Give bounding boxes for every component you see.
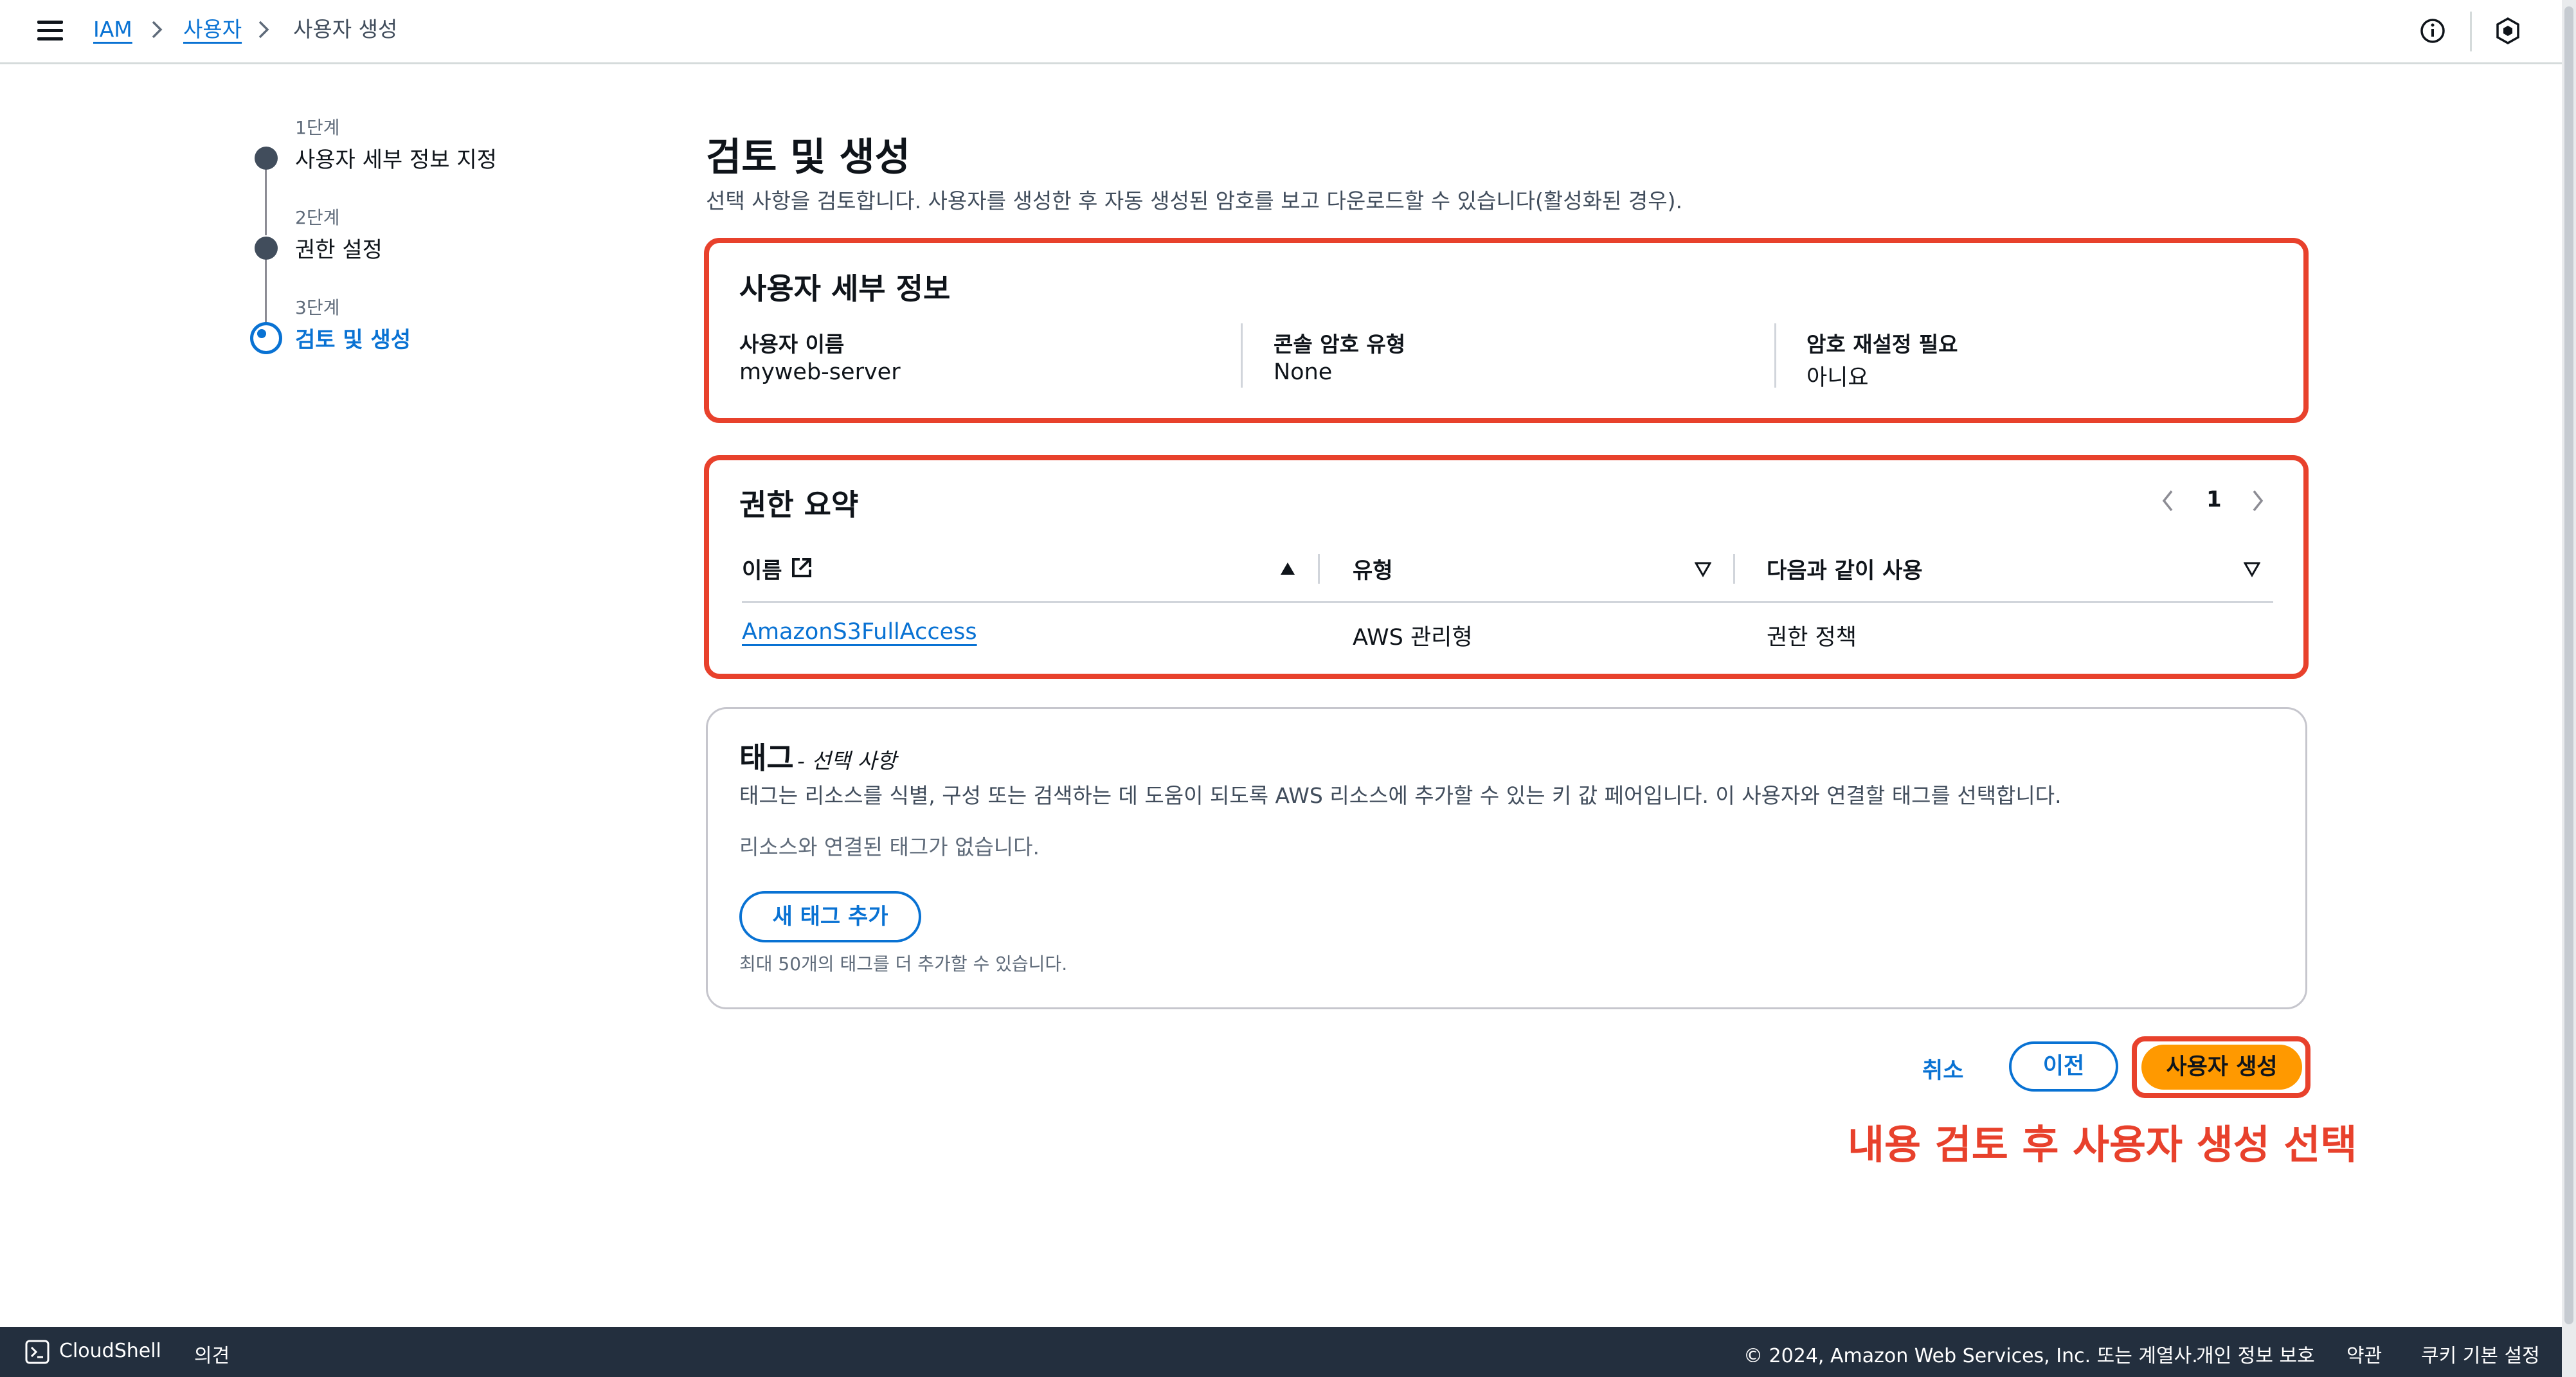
column-divider: [1318, 554, 1320, 584]
cancel-button[interactable]: 취소: [1922, 1052, 1963, 1085]
feedback-link[interactable]: 의견: [194, 1340, 230, 1368]
table-header-divider: [742, 601, 2273, 603]
top-navigation-bar: IAM 사용자 사용자 생성: [0, 0, 2562, 64]
console-password-type-value: None: [1274, 359, 1333, 385]
pagination-prev-icon[interactable]: [2157, 485, 2178, 517]
add-tag-button[interactable]: 새 태그 추가: [739, 891, 921, 942]
settings-hexagon-icon[interactable]: [2492, 15, 2523, 46]
tags-optional-label: - 선택 사항: [797, 748, 897, 773]
previous-button[interactable]: 이전: [2009, 1041, 2118, 1092]
page-description: 선택 사항을 검토합니다. 사용자를 생성한 후 자동 생성된 암호를 보고 다…: [706, 188, 1682, 213]
step-connector: [265, 258, 267, 325]
column-header-name[interactable]: 이름: [742, 553, 782, 584]
cloudshell-link[interactable]: CloudShell: [59, 1340, 161, 1362]
chevron-right-icon: [258, 21, 269, 39]
tags-empty-message: 리소스와 연결된 태그가 없습니다.: [739, 834, 1040, 860]
password-reset-value: 아니요: [1806, 365, 1869, 391]
cloudshell-icon[interactable]: [24, 1339, 50, 1365]
step-1-number: 1단계: [295, 117, 340, 138]
step-2-number: 2단계: [295, 207, 340, 228]
breadcrumb-current: 사용자 생성: [293, 17, 398, 42]
policy-used-as: 권한 정책: [1767, 625, 1857, 651]
breadcrumb-iam[interactable]: IAM: [93, 15, 132, 44]
sort-unsorted-icon[interactable]: [2244, 561, 2260, 577]
step-2-title[interactable]: 권한 설정: [295, 232, 383, 264]
step-connector: [265, 168, 267, 235]
user-details-title: 사용자 세부 정보: [739, 271, 951, 306]
tags-limit-hint: 최대 50개의 태그를 더 추가할 수 있습니다.: [739, 953, 1068, 975]
toolbar-divider: [2470, 12, 2472, 51]
external-link-icon: [792, 558, 811, 577]
permissions-summary-title: 권한 요약: [739, 487, 859, 522]
console-password-type-label: 콘솔 암호 유형: [1274, 332, 1406, 357]
breadcrumb-users[interactable]: 사용자: [183, 15, 242, 44]
menu-icon[interactable]: [37, 21, 63, 41]
create-user-button[interactable]: 사용자 생성: [2141, 1045, 2302, 1090]
column-header-used-as[interactable]: 다음과 같이 사용: [1767, 553, 1923, 584]
policy-name-link[interactable]: AmazonS3FullAccess: [742, 619, 977, 645]
step-3-indicator: [250, 322, 282, 354]
column-divider: [1774, 323, 1776, 388]
footer: CloudShell 의견 © 2024, Amazon Web Service…: [0, 1327, 2562, 1377]
column-header-type[interactable]: 유형: [1353, 553, 1393, 584]
column-divider: [1241, 323, 1243, 388]
terms-link[interactable]: 약관: [2346, 1340, 2382, 1368]
sort-ascending-icon[interactable]: [1279, 561, 1296, 577]
permissions-summary-card: [704, 455, 2309, 679]
policy-type: AWS 관리형: [1353, 625, 1473, 651]
username-label: 사용자 이름: [739, 332, 845, 357]
column-divider: [1733, 554, 1735, 584]
step-3-number: 3단계: [295, 297, 340, 318]
pagination-page-number[interactable]: 1: [2206, 487, 2222, 512]
tags-title: 태그: [739, 741, 794, 775]
password-reset-label: 암호 재설정 필요: [1806, 332, 1958, 357]
annotation-text: 내용 검토 후 사용자 생성 선택: [1848, 1121, 2357, 1168]
step-3-title: 검토 및 생성: [295, 327, 411, 353]
info-icon[interactable]: [2417, 15, 2448, 46]
privacy-link[interactable]: 개인 정보 보호: [2196, 1340, 2315, 1368]
scrollbar-thumb[interactable]: [2564, 6, 2573, 1324]
copyright-text: © 2024, Amazon Web Services, Inc. 또는 계열사…: [1743, 1345, 2198, 1367]
cookie-preferences-link[interactable]: 쿠키 기본 설정: [2421, 1340, 2540, 1368]
page-title: 검토 및 생성: [706, 135, 910, 180]
pagination-next-icon[interactable]: [2247, 485, 2268, 517]
username-value: myweb-server: [739, 359, 901, 385]
tags-description: 태그는 리소스를 식별, 구성 또는 검색하는 데 도움이 되도록 AWS 리소…: [739, 783, 2062, 808]
step-1-indicator: [255, 147, 278, 170]
step-2-indicator: [255, 237, 278, 260]
chevron-right-icon: [152, 21, 163, 39]
sort-unsorted-icon[interactable]: [1695, 561, 1711, 577]
step-1-title[interactable]: 사용자 세부 정보 지정: [295, 142, 497, 174]
